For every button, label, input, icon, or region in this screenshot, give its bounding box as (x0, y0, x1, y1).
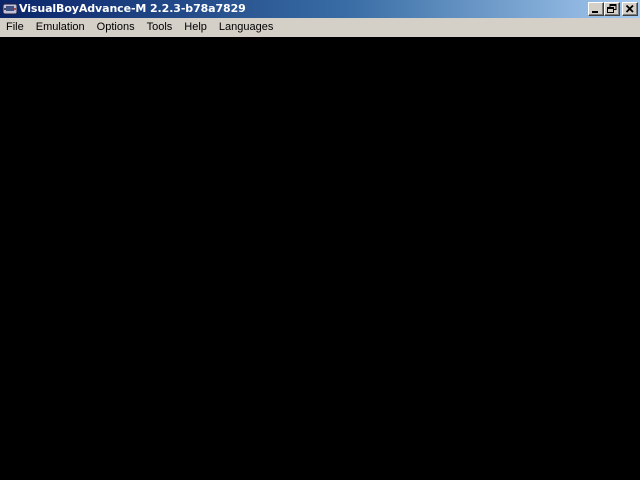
menu-bar: File Emulation Options Tools Help Langua… (0, 18, 640, 37)
menu-options[interactable]: Options (91, 18, 141, 37)
app-window: VisualBoyAdvance-M 2.2.3-b78a7829 File E… (0, 0, 640, 480)
menu-file[interactable]: File (0, 18, 30, 37)
menu-emulation[interactable]: Emulation (30, 18, 91, 37)
close-icon (625, 4, 634, 13)
menu-help[interactable]: Help (178, 18, 213, 37)
menu-languages[interactable]: Languages (213, 18, 279, 37)
menu-tools[interactable]: Tools (141, 18, 179, 37)
gameboy-icon[interactable] (2, 1, 18, 17)
restore-icon (607, 4, 617, 13)
window-title: VisualBoyAdvance-M 2.2.3-b78a7829 (19, 2, 246, 15)
minimize-icon (592, 11, 598, 13)
restore-button[interactable] (604, 2, 620, 16)
emulator-display[interactable] (0, 37, 640, 480)
minimize-button[interactable] (588, 2, 604, 16)
close-button[interactable] (622, 2, 638, 16)
title-bar[interactable]: VisualBoyAdvance-M 2.2.3-b78a7829 (0, 0, 640, 18)
